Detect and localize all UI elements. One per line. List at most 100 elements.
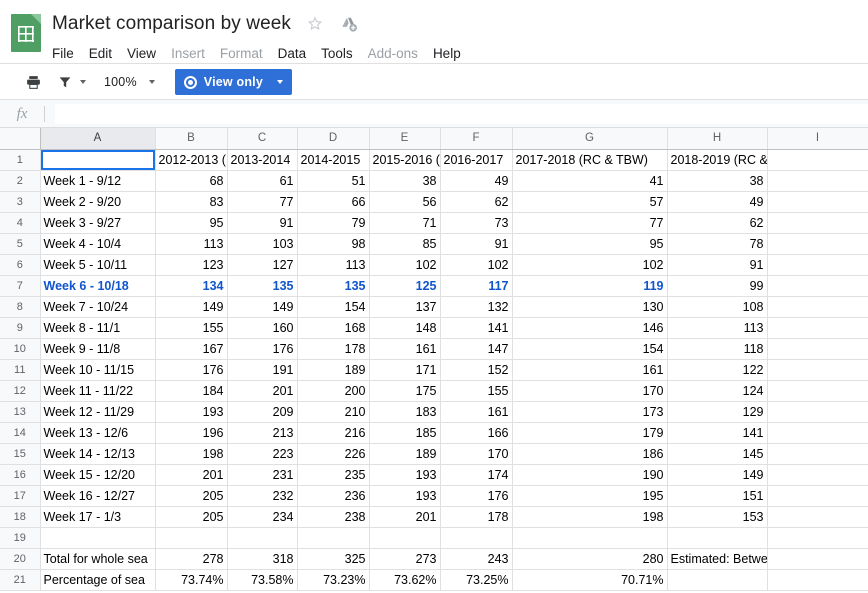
cell-I14[interactable] (767, 422, 868, 444)
menu-item-file[interactable]: File (52, 44, 74, 64)
cell-A2[interactable]: Week 1 - 9/12 (40, 170, 156, 192)
cell-A7[interactable]: Week 6 - 10/18 (40, 275, 156, 297)
zoom-dropdown-caret-icon[interactable] (148, 80, 155, 84)
menu-item-tools[interactable]: Tools (321, 44, 353, 64)
cell-G2[interactable]: 41 (512, 170, 668, 192)
cell-B17[interactable]: 205 (155, 485, 228, 507)
row-header-19[interactable]: 19 (0, 527, 41, 549)
cell-E14[interactable]: 185 (369, 422, 441, 444)
cell-B21[interactable]: 73.74% (155, 569, 228, 591)
cell-E2[interactable]: 38 (369, 170, 441, 192)
cell-B5[interactable]: 113 (155, 233, 228, 255)
cell-B6[interactable]: 123 (155, 254, 228, 276)
cell-G13[interactable]: 173 (512, 401, 668, 423)
cell-F10[interactable]: 147 (440, 338, 513, 360)
cell-D12[interactable]: 200 (297, 380, 370, 402)
row-header-13[interactable]: 13 (0, 401, 41, 423)
cell-H18[interactable]: 153 (667, 506, 768, 528)
row-header-6[interactable]: 6 (0, 254, 41, 276)
cell-I8[interactable] (767, 296, 868, 318)
cell-D13[interactable]: 210 (297, 401, 370, 423)
cell-B15[interactable]: 198 (155, 443, 228, 465)
cell-E20[interactable]: 273 (369, 548, 441, 570)
cell-G3[interactable]: 57 (512, 191, 668, 213)
cell-G21[interactable]: 70.71% (512, 569, 668, 591)
cell-D17[interactable]: 236 (297, 485, 370, 507)
cell-D9[interactable]: 168 (297, 317, 370, 339)
cell-G20[interactable]: 280 (512, 548, 668, 570)
cell-D20[interactable]: 325 (297, 548, 370, 570)
cell-H6[interactable]: 91 (667, 254, 768, 276)
cell-B12[interactable]: 184 (155, 380, 228, 402)
cell-I18[interactable] (767, 506, 868, 528)
cell-H10[interactable]: 118 (667, 338, 768, 360)
cell-F13[interactable]: 161 (440, 401, 513, 423)
cell-D7[interactable]: 135 (297, 275, 370, 297)
cell-F20[interactable]: 243 (440, 548, 513, 570)
cell-B14[interactable]: 196 (155, 422, 228, 444)
cell-C5[interactable]: 103 (227, 233, 298, 255)
cell-A18[interactable]: Week 17 - 1/3 (40, 506, 156, 528)
column-header-B[interactable]: B (155, 128, 228, 150)
cell-G18[interactable]: 198 (512, 506, 668, 528)
cell-E7[interactable]: 125 (369, 275, 441, 297)
cell-A16[interactable]: Week 15 - 12/20 (40, 464, 156, 486)
cell-A1[interactable] (40, 149, 156, 171)
menu-item-help[interactable]: Help (433, 44, 461, 64)
cell-F9[interactable]: 141 (440, 317, 513, 339)
cell-G15[interactable]: 186 (512, 443, 668, 465)
cell-E17[interactable]: 193 (369, 485, 441, 507)
row-header-5[interactable]: 5 (0, 233, 41, 255)
zoom-level-value[interactable]: 100% (104, 75, 137, 89)
cell-C2[interactable]: 61 (227, 170, 298, 192)
column-header-H[interactable]: H (667, 128, 768, 150)
cell-F19[interactable] (440, 527, 513, 549)
cell-F17[interactable]: 176 (440, 485, 513, 507)
cell-E10[interactable]: 161 (369, 338, 441, 360)
cell-C6[interactable]: 127 (227, 254, 298, 276)
column-header-G[interactable]: G (512, 128, 668, 150)
cell-B2[interactable]: 68 (155, 170, 228, 192)
cell-H4[interactable]: 62 (667, 212, 768, 234)
cell-E18[interactable]: 201 (369, 506, 441, 528)
cell-G5[interactable]: 95 (512, 233, 668, 255)
print-icon[interactable] (22, 71, 44, 93)
cell-I11[interactable] (767, 359, 868, 381)
cell-F1[interactable]: 2016-2017 (440, 149, 513, 171)
cell-F7[interactable]: 117 (440, 275, 513, 297)
cell-A9[interactable]: Week 8 - 11/1 (40, 317, 156, 339)
cell-G1[interactable]: 2017-2018 (RC & TBW) (512, 149, 668, 171)
cell-B16[interactable]: 201 (155, 464, 228, 486)
cell-A14[interactable]: Week 13 - 12/6 (40, 422, 156, 444)
cell-D16[interactable]: 235 (297, 464, 370, 486)
cell-I6[interactable] (767, 254, 868, 276)
cell-I5[interactable] (767, 233, 868, 255)
cell-G9[interactable]: 146 (512, 317, 668, 339)
cell-C15[interactable]: 223 (227, 443, 298, 465)
cell-C21[interactable]: 73.58% (227, 569, 298, 591)
cell-B11[interactable]: 176 (155, 359, 228, 381)
cell-F5[interactable]: 91 (440, 233, 513, 255)
cell-D4[interactable]: 79 (297, 212, 370, 234)
cell-F18[interactable]: 178 (440, 506, 513, 528)
cell-E15[interactable]: 189 (369, 443, 441, 465)
cell-I1[interactable] (767, 149, 868, 171)
select-all-corner[interactable] (0, 128, 41, 150)
menu-item-edit[interactable]: Edit (89, 44, 112, 64)
cell-G17[interactable]: 195 (512, 485, 668, 507)
cell-D21[interactable]: 73.23% (297, 569, 370, 591)
cell-G8[interactable]: 130 (512, 296, 668, 318)
cell-G14[interactable]: 179 (512, 422, 668, 444)
row-header-11[interactable]: 11 (0, 359, 41, 381)
cell-F11[interactable]: 152 (440, 359, 513, 381)
cell-H19[interactable] (667, 527, 768, 549)
row-header-3[interactable]: 3 (0, 191, 41, 213)
cell-H9[interactable]: 113 (667, 317, 768, 339)
cell-E12[interactable]: 175 (369, 380, 441, 402)
cell-H11[interactable]: 122 (667, 359, 768, 381)
cell-C14[interactable]: 213 (227, 422, 298, 444)
cell-B8[interactable]: 149 (155, 296, 228, 318)
cell-D14[interactable]: 216 (297, 422, 370, 444)
cell-F8[interactable]: 132 (440, 296, 513, 318)
cell-I17[interactable] (767, 485, 868, 507)
